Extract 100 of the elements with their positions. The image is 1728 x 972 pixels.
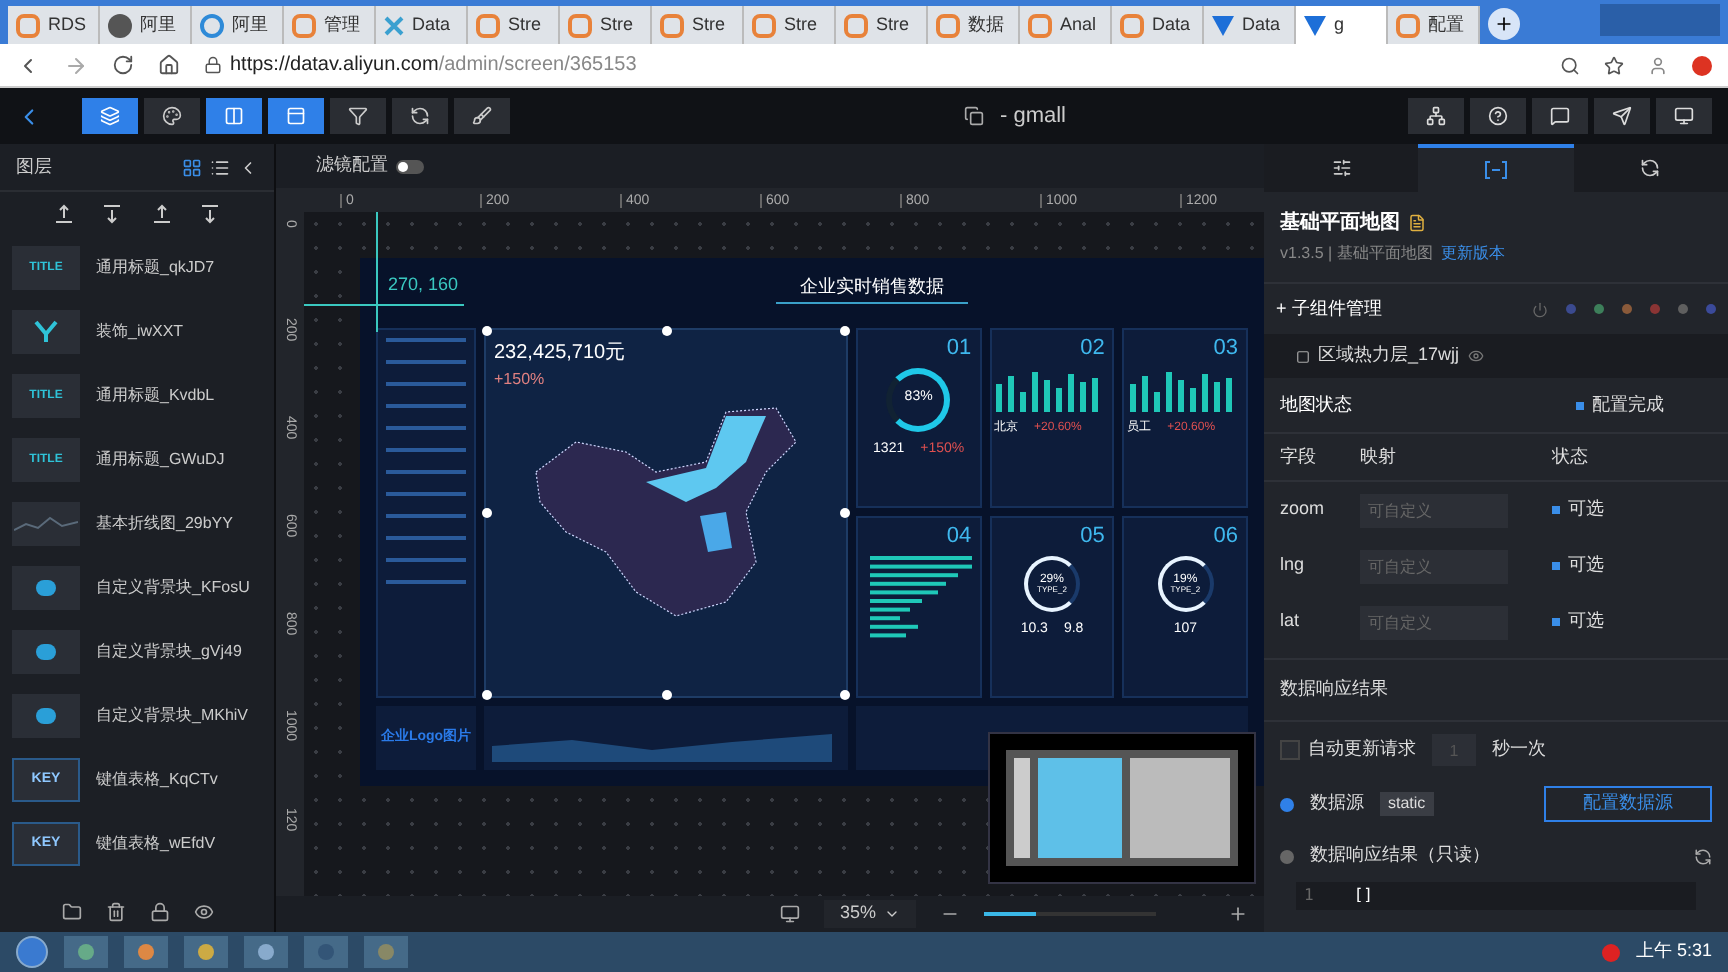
visibility-icon[interactable] — [193, 902, 213, 922]
bracket-icon — [752, 13, 776, 37]
browser-tab[interactable]: Data — [376, 6, 468, 44]
layout-icon-button[interactable] — [1408, 98, 1464, 134]
resize-handle[interactable] — [662, 690, 672, 700]
checkbox[interactable] — [1280, 740, 1300, 760]
network-icon — [1426, 106, 1446, 126]
brush-icon — [472, 106, 492, 126]
bracket-icon — [1028, 13, 1052, 37]
layer-item[interactable]: 自定义背景块_MKhiV — [0, 684, 274, 748]
toolbar-button[interactable] — [392, 98, 448, 134]
status-text: 可选 — [1568, 608, 1604, 635]
filter-icon — [348, 106, 368, 126]
browser-tab[interactable]: 配置 — [1388, 6, 1480, 44]
layer-item[interactable]: 自定义背景块_gVj49 — [0, 620, 274, 684]
column-header: 字段 — [1280, 443, 1318, 470]
resize-handle[interactable] — [482, 325, 492, 335]
card-number: 05 — [1080, 526, 1105, 549]
help-button[interactable] — [1470, 98, 1526, 134]
to-bottom-icon[interactable] — [199, 204, 220, 224]
extension-icon[interactable] — [1692, 55, 1712, 75]
zoom-select[interactable]: 35% — [823, 900, 916, 928]
browser-tab[interactable]: RDS — [8, 6, 100, 44]
reload-icon[interactable] — [112, 54, 134, 76]
update-version-link[interactable]: 更新版本 — [1440, 242, 1505, 266]
layer-item[interactable]: 基本折线图_29bYY — [0, 492, 274, 556]
taskbar-app-icon[interactable] — [184, 936, 228, 968]
publish-button[interactable] — [1594, 98, 1650, 134]
resize-handle[interactable] — [482, 690, 492, 700]
resize-handle[interactable] — [840, 325, 850, 335]
send-icon — [1612, 106, 1632, 126]
folder-icon[interactable] — [61, 902, 81, 922]
zoom-in-icon[interactable] — [1228, 904, 1248, 924]
window-icon — [286, 106, 306, 126]
card-number: 01 — [946, 337, 972, 359]
bookmark-star-icon[interactable] — [1604, 55, 1624, 75]
layer-item[interactable]: 装饰_iwXXT — [0, 300, 274, 364]
toolbar-button[interactable] — [82, 98, 138, 134]
source-tag: static — [1380, 792, 1434, 816]
toolbar-button[interactable] — [268, 98, 324, 134]
browser-tab[interactable]: 管理 — [284, 6, 376, 44]
message-button[interactable] — [1532, 98, 1588, 134]
start-button[interactable] — [16, 936, 48, 968]
resize-handle[interactable] — [482, 508, 492, 519]
brackets-icon — [1483, 160, 1508, 180]
resize-handle[interactable] — [840, 690, 850, 700]
inspector-tab[interactable] — [1418, 144, 1574, 192]
browser-tab[interactable]: Stre — [468, 6, 560, 44]
new-tab-button[interactable] — [1488, 8, 1520, 40]
home-icon[interactable] — [158, 54, 180, 76]
status-text: 配置完成 — [1592, 391, 1664, 418]
zoom-icon[interactable] — [1560, 55, 1580, 75]
configure-source-button[interactable]: 配置数据源 — [1544, 786, 1712, 822]
browser-tab[interactable]: Stre — [836, 6, 928, 44]
eye-icon — [1467, 348, 1484, 364]
bracket-icon — [844, 13, 868, 37]
bracket-icon — [936, 13, 960, 37]
browser-tab[interactable]: 阿里 — [100, 6, 192, 44]
browser-tab[interactable]: 数据 — [928, 6, 1020, 44]
bracket-icon — [292, 13, 316, 37]
resize-handle[interactable] — [840, 508, 850, 519]
browser-tab[interactable]: g — [1296, 6, 1388, 44]
browser-tab[interactable]: Data — [1204, 6, 1296, 44]
grid-view-icon[interactable] — [182, 157, 202, 177]
triangle-icon — [1304, 15, 1326, 35]
preview-button[interactable] — [1656, 98, 1712, 134]
window-controls — [1600, 4, 1720, 36]
browser-tab[interactable]: Stre — [560, 6, 652, 44]
list-view-icon[interactable] — [210, 157, 230, 177]
toolbar-button[interactable] — [206, 98, 262, 134]
step-label: 数据响应结果（只读） — [1310, 842, 1490, 869]
layer-checkbox-icon — [1296, 349, 1310, 363]
to-top-icon[interactable] — [151, 204, 172, 224]
cross-icon — [384, 15, 404, 35]
move-up-icon[interactable] — [54, 204, 75, 224]
layer-item[interactable]: 自定义背景块_KFosU — [0, 556, 274, 620]
browser-tab[interactable]: Stre — [744, 6, 836, 44]
toolbar-button[interactable] — [330, 98, 386, 134]
field-name: lng — [1280, 552, 1307, 579]
profile-icon[interactable] — [1648, 55, 1668, 75]
toolbar-button[interactable] — [454, 98, 510, 134]
code-text: [] — [1353, 884, 1373, 908]
filter-toggle[interactable] — [396, 159, 424, 173]
delete-icon[interactable] — [105, 902, 125, 922]
status-text: 可选 — [1568, 552, 1604, 579]
lock-icon[interactable] — [149, 902, 169, 922]
step-label: 数据源 — [1310, 790, 1364, 817]
toolbar-button[interactable] — [144, 98, 200, 134]
plus-icon — [1494, 14, 1514, 34]
browser-tab[interactable]: Anal — [1020, 6, 1112, 44]
move-down-icon[interactable] — [102, 204, 123, 224]
power-icon — [1532, 301, 1548, 317]
resize-handle[interactable] — [662, 325, 672, 335]
browser-tab[interactable]: 阿里 — [192, 6, 284, 44]
url-field[interactable]: https://datav.aliyun.com/admin/screen/365153 — [230, 50, 637, 80]
screen-icon[interactable] — [779, 904, 800, 924]
browser-tab[interactable]: Stre — [652, 6, 744, 44]
layer-thumbnail — [12, 694, 80, 738]
browser-tab[interactable]: Data — [1112, 6, 1204, 44]
refresh-icon[interactable] — [1694, 847, 1712, 865]
